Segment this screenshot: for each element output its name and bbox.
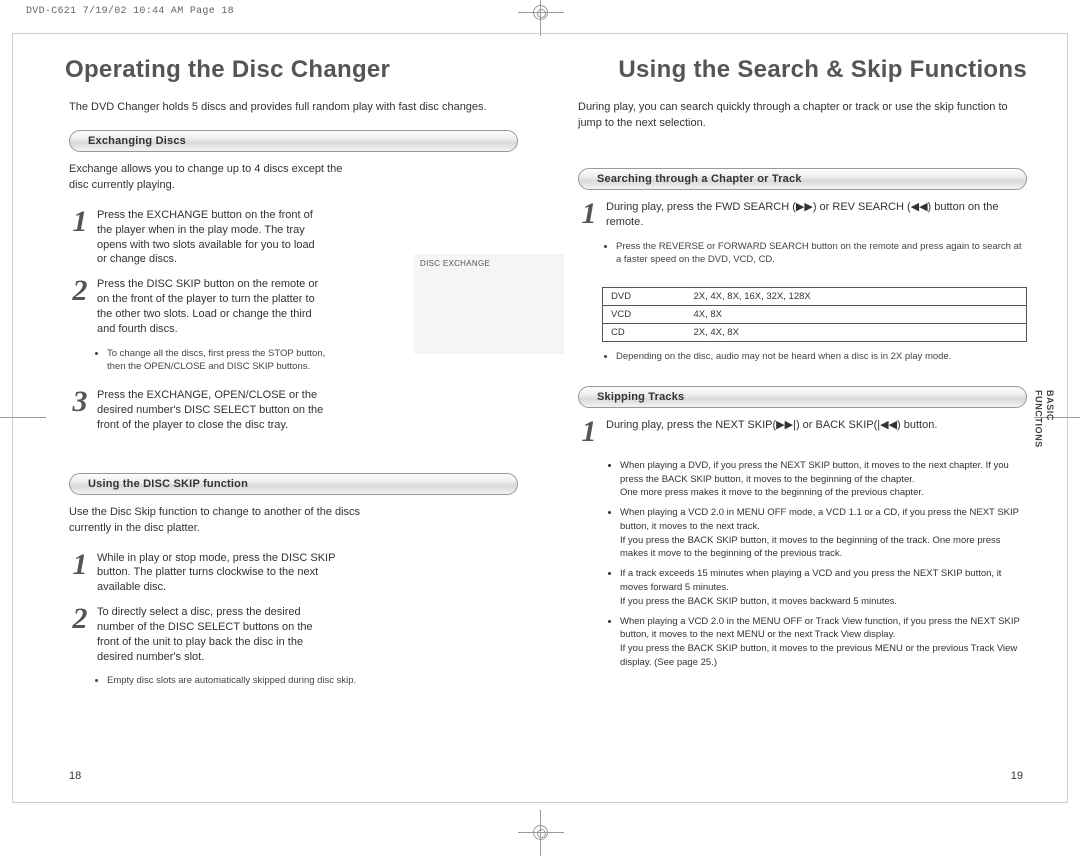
rev-search-icon: ◀◀ xyxy=(911,201,928,213)
table-row: VCD4X, 8X xyxy=(603,306,1027,324)
left-intro: The DVD Changer holds 5 discs and provid… xyxy=(69,100,518,116)
note-item: Depending on the disc, audio may not be … xyxy=(616,350,1027,364)
list-item: When playing a VCD 2.0 in the MENU OFF o… xyxy=(620,615,1027,670)
search-speed-table: DVD2X, 4X, 8X, 16X, 32X, 128X VCD4X, 8X … xyxy=(602,287,1027,342)
step-text: Press the EXCHANGE button on the front o… xyxy=(97,208,327,267)
skip-step-2: 2 To directly select a disc, press the d… xyxy=(69,605,518,664)
step-number: 1 xyxy=(69,551,91,596)
step-number: 2 xyxy=(69,277,91,336)
step-number: 1 xyxy=(578,418,600,445)
note-list: Depending on the disc, audio may not be … xyxy=(602,350,1027,368)
table-row: DVD2X, 4X, 8X, 16X, 32X, 128X xyxy=(603,288,1027,306)
side-tab: BASICFUNCTIONS xyxy=(1032,390,1055,448)
exch-step-3: 3 Press the EXCHANGE, OPEN/CLOSE or the … xyxy=(69,388,518,433)
pill-searching: Searching through a Chapter or Track xyxy=(578,168,1027,190)
right-page-title: Using the Search & Skip Functions xyxy=(574,56,1027,84)
next-skip-icon: ▶▶| xyxy=(776,419,796,431)
page-number-right: 19 xyxy=(1011,770,1023,782)
figure-label: DISC EXCHANGE xyxy=(414,254,564,273)
note-item: Empty disc slots are automatically skipp… xyxy=(107,674,518,688)
list-item: When playing a VCD 2.0 in MENU OFF mode,… xyxy=(620,506,1027,561)
pill-skipping: Skipping Tracks xyxy=(578,386,1027,408)
right-intro: During play, you can search quickly thro… xyxy=(578,100,1027,132)
page-frame: Operating the Disc Changer The DVD Chang… xyxy=(12,33,1068,803)
note-item: Press the REVERSE or FORWARD SEARCH butt… xyxy=(616,240,1027,268)
page-number-left: 18 xyxy=(69,770,81,782)
note-list: Press the REVERSE or FORWARD SEARCH butt… xyxy=(602,240,1027,272)
right-page: Using the Search & Skip Functions During… xyxy=(578,56,1027,792)
disc-skip-text: Use the Disc Skip function to change to … xyxy=(69,505,369,537)
step-number: 1 xyxy=(69,208,91,267)
fwd-search-icon: ▶▶ xyxy=(796,201,813,213)
step-text: Press the EXCHANGE, OPEN/CLOSE or the de… xyxy=(97,388,327,433)
step-number: 2 xyxy=(69,605,91,664)
skiptrack-step-1: 1 During play, press the NEXT SKIP(▶▶|) … xyxy=(578,418,1027,445)
step-number: 3 xyxy=(69,388,91,433)
step-text: While in play or stop mode, press the DI… xyxy=(97,551,337,596)
skip-notes-list: When playing a DVD, if you press the NEX… xyxy=(606,459,1027,676)
table-row: CD2X, 4X, 8X xyxy=(603,324,1027,342)
registration-mark-bottom xyxy=(528,820,554,846)
left-page-title: Operating the Disc Changer xyxy=(65,56,518,84)
back-skip-icon: |◀◀ xyxy=(877,419,897,431)
list-item: If a track exceeds 15 minutes when playi… xyxy=(620,567,1027,608)
list-item: When playing a DVD, if you press the NEX… xyxy=(620,459,1027,500)
pill-disc-skip: Using the DISC SKIP function xyxy=(69,473,518,495)
note-list: To change all the discs, first press the… xyxy=(93,347,333,379)
step-text: To directly select a disc, press the des… xyxy=(97,605,337,664)
exchanging-discs-text: Exchange allows you to change up to 4 di… xyxy=(69,162,349,194)
search-step-1: 1 During play, press the FWD SEARCH (▶▶)… xyxy=(578,200,1027,230)
note-item: To change all the discs, first press the… xyxy=(107,347,333,375)
step-text: Press the DISC SKIP button on the remote… xyxy=(97,277,327,336)
pill-exchanging-discs: Exchanging Discs xyxy=(69,130,518,152)
figure-disc-exchange: DISC EXCHANGE xyxy=(414,254,564,354)
left-page: Operating the Disc Changer The DVD Chang… xyxy=(69,56,518,792)
note-list: Empty disc slots are automatically skipp… xyxy=(93,674,518,692)
step-text: During play, press the FWD SEARCH (▶▶) o… xyxy=(606,200,1027,230)
step-number: 1 xyxy=(578,200,600,230)
registration-mark-top xyxy=(528,0,554,26)
skip-step-1: 1 While in play or stop mode, press the … xyxy=(69,551,518,596)
step-text: During play, press the NEXT SKIP(▶▶|) or… xyxy=(606,418,937,445)
